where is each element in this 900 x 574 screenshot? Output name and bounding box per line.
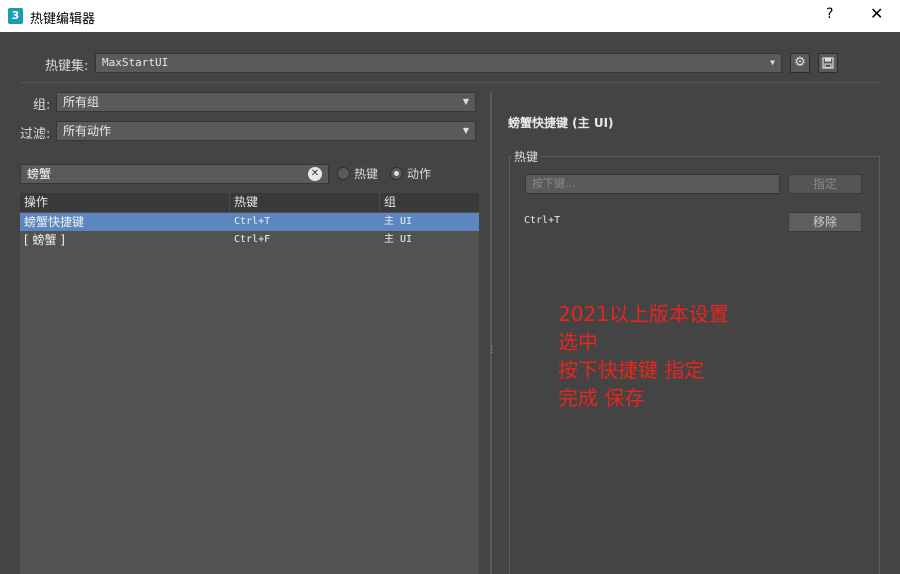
column-header-hotkey[interactable]: 热键: [230, 193, 380, 212]
settings-gear-button[interactable]: ⚙: [790, 53, 810, 73]
group-label: 组:: [33, 98, 51, 113]
table-header: 操作 热键 组: [20, 193, 479, 212]
search-input[interactable]: 螃蟹 ✕: [20, 164, 329, 184]
group-value: 所有组: [63, 95, 100, 109]
cell-group: 主 UI: [384, 216, 413, 227]
radio-action-label: 动作: [407, 167, 432, 181]
cell-action: 螃蟹快捷键: [24, 215, 85, 229]
section-divider: [20, 82, 880, 83]
table-row[interactable]: [ 螃蟹 ] Ctrl+F 主 UI: [20, 231, 479, 249]
title-bar: 3 热键编辑器 ? ✕: [0, 0, 900, 32]
annotation-text: 2021以上版本设置 选中 按下快捷键 指定 完成 保存: [558, 300, 729, 412]
assign-button[interactable]: 指定: [788, 174, 862, 194]
app-logo-icon: 3: [8, 8, 23, 24]
annotation-line: 选中: [558, 330, 598, 354]
radio-hotkey[interactable]: [337, 167, 350, 180]
filter-value: 所有动作: [63, 124, 112, 138]
cell-hotkey: Ctrl+F: [234, 234, 271, 245]
hotkey-group-label: 热键: [512, 148, 541, 165]
column-header-action[interactable]: 操作: [20, 193, 230, 212]
assigned-hotkey: Ctrl+T: [524, 215, 561, 226]
search-value: 螃蟹: [27, 167, 52, 181]
table-row[interactable]: 螃蟹快捷键 Ctrl+T 主 UI: [20, 213, 479, 231]
cell-action: [ 螃蟹 ]: [24, 233, 65, 247]
column-header-group[interactable]: 组: [380, 193, 479, 212]
filter-dropdown[interactable]: 所有动作 ▼: [56, 121, 476, 141]
save-icon: [822, 57, 834, 69]
cell-hotkey: Ctrl+T: [234, 216, 271, 227]
group-dropdown[interactable]: 所有组 ▼: [56, 92, 476, 112]
action-table: 操作 热键 组 螃蟹快捷键 Ctrl+T 主 UI [ 螃蟹 ] Ctrl+F …: [20, 193, 479, 574]
window-title: 热键编辑器: [30, 12, 96, 27]
radio-action[interactable]: [390, 167, 403, 180]
annotation-line: 完成 保存: [558, 386, 645, 410]
hotkey-set-label: 热键集:: [45, 59, 89, 74]
panel-splitter[interactable]: [490, 92, 492, 574]
chevron-down-icon: ▼: [462, 126, 469, 135]
close-button[interactable]: ✕: [870, 4, 883, 23]
hotkey-set-dropdown[interactable]: MaxStartUI ▼: [95, 53, 782, 73]
annotation-line: 按下快捷键 指定: [558, 358, 705, 382]
save-button[interactable]: [818, 53, 838, 73]
help-button[interactable]: ?: [826, 6, 833, 22]
clear-search-icon[interactable]: ✕: [308, 167, 322, 181]
filter-label: 过滤:: [20, 127, 51, 142]
hotkey-input[interactable]: 按下键...: [525, 174, 780, 194]
hotkey-set-value: MaxStartUI: [102, 56, 169, 69]
annotation-line: 2021以上版本设置: [558, 302, 729, 326]
splitter-grip-icon[interactable]: ⋮: [487, 346, 496, 360]
chevron-down-icon: ▼: [462, 97, 469, 106]
radio-hotkey-label: 热键: [354, 167, 379, 181]
cell-group: 主 UI: [384, 234, 413, 245]
remove-button[interactable]: 移除: [788, 212, 862, 232]
selected-action-title: 螃蟹快捷键 (主 UI): [508, 116, 614, 130]
chevron-down-icon: ▼: [770, 58, 775, 67]
gear-icon: ⚙: [794, 55, 806, 70]
